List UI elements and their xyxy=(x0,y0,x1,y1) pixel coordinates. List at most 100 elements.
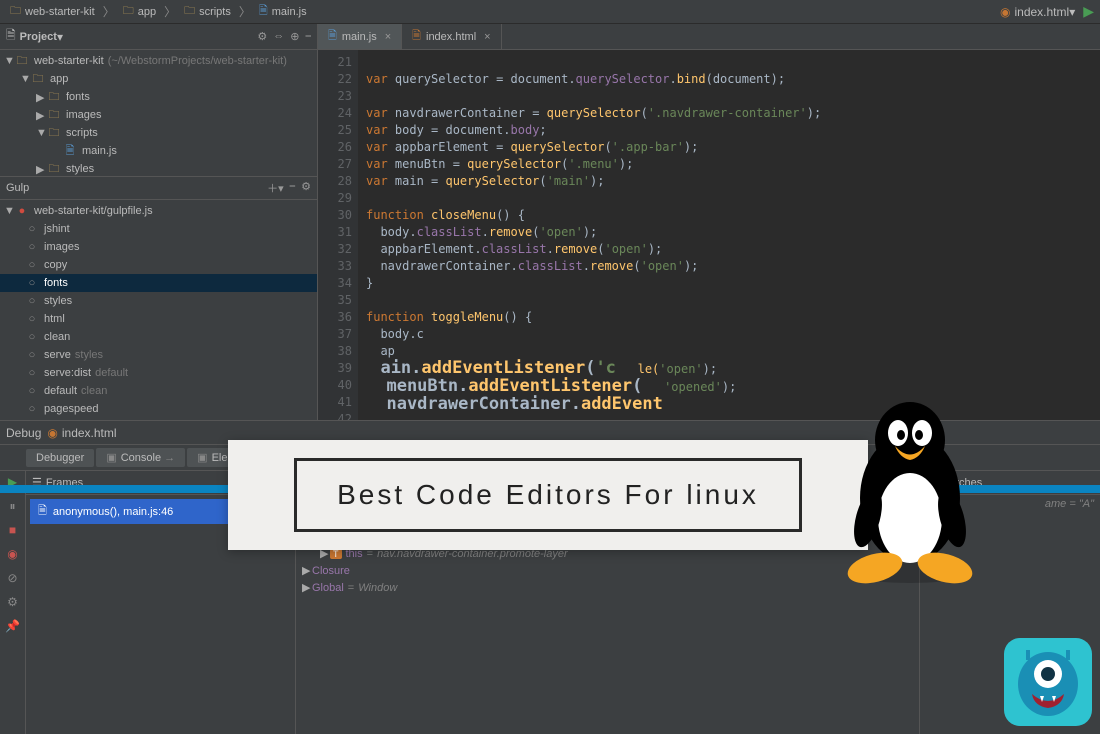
task-name: clean xyxy=(44,331,70,343)
close-icon[interactable]: × xyxy=(385,31,391,43)
expand-icon[interactable]: ▶ xyxy=(302,581,312,594)
gulp-task[interactable]: ○ serve:dist default xyxy=(0,364,317,382)
task-name: default xyxy=(44,385,77,397)
overlay-title: Best Code Editors For linux xyxy=(337,479,759,511)
mute-button[interactable]: ⊘ xyxy=(5,571,21,587)
collapse-icon[interactable]: ⇔ xyxy=(273,30,284,43)
breadcrumb-item[interactable]: 🗀scripts xyxy=(178,0,237,23)
run-button[interactable]: ▶ xyxy=(1083,3,1094,20)
folder-icon: 🗀 xyxy=(46,124,62,143)
item-name: scripts xyxy=(66,127,98,139)
item-name: app xyxy=(50,73,68,85)
settings-icon[interactable]: ⚙ xyxy=(257,30,267,43)
gulp-tree[interactable]: ▼ ● web-starter-kit/gulpfile.js ○jshint○… xyxy=(0,200,317,420)
task-name: serve xyxy=(44,349,71,361)
top-bar: 🗀web-starter-kit〉🗀app〉🗀scripts〉🗎main.js … xyxy=(0,0,1100,24)
expand-icon[interactable]: ▼ xyxy=(36,127,46,139)
tree-item[interactable]: ▼🗀 scripts xyxy=(0,124,317,142)
chevron-right-icon: 〉 xyxy=(101,3,117,20)
gulp-label: Gulp xyxy=(6,182,29,194)
frame-icon: 🗎 xyxy=(38,502,47,521)
gulp-task[interactable]: ○images xyxy=(0,238,317,256)
task-hint: styles xyxy=(75,349,103,361)
tree-item[interactable]: ▶🗀fonts xyxy=(0,88,317,106)
code-content[interactable]: var querySelector = document.querySelect… xyxy=(358,50,1100,420)
gulp-task[interactable]: ○pagespeed xyxy=(0,400,317,418)
breadcrumb-item[interactable]: 🗀web-starter-kit xyxy=(4,0,101,23)
debug-file: index.html xyxy=(62,426,117,440)
add-icon[interactable]: ＋▾ xyxy=(267,180,284,196)
gulp-task[interactable]: ○styles xyxy=(0,292,317,310)
view-breakpoints-button[interactable]: ◉ xyxy=(5,547,21,563)
gulp-task[interactable]: ○ copy xyxy=(0,256,317,274)
var-name: Global xyxy=(312,582,344,594)
gulp-task[interactable]: ○servestyles xyxy=(0,346,317,364)
task-hint: clean xyxy=(81,385,107,397)
tree-item[interactable]: ▼🗀app xyxy=(0,70,317,88)
stop-button[interactable]: ■ xyxy=(5,523,21,539)
run-config[interactable]: ◉ index.html ▾ ▶ xyxy=(1000,3,1100,20)
task-icon: ○ xyxy=(24,277,40,289)
tree-item[interactable]: ▶🗀images xyxy=(0,106,317,124)
gutter: 21 22 23 24 25 26 27 28 29 30 31 32 33 3… xyxy=(318,50,358,420)
mascot-icon xyxy=(1004,638,1092,726)
settings-icon[interactable]: ⚙ xyxy=(301,180,311,196)
tab-name: main.js xyxy=(342,31,377,43)
expand-icon[interactable]: ▶ xyxy=(36,91,46,104)
folder-icon: 🗀 xyxy=(46,88,62,107)
gulp-icon: ● xyxy=(14,205,30,217)
locate-icon[interactable]: ⊕ xyxy=(290,30,299,43)
task-name: html xyxy=(44,313,65,325)
task-name: jshint xyxy=(44,223,70,235)
gulp-task[interactable]: ○fonts xyxy=(0,274,317,292)
breadcrumb-item[interactable]: 🗀app xyxy=(117,0,162,23)
gulp-file[interactable]: ▼ ● web-starter-kit/gulpfile.js xyxy=(0,202,317,220)
watch-value: ame = "A" xyxy=(1045,498,1094,510)
expand-icon[interactable]: ▼ xyxy=(4,55,14,67)
task-icon: ○ xyxy=(24,403,40,415)
pin-icon[interactable]: 📌 xyxy=(5,619,21,635)
hide-icon[interactable]: ⎯ xyxy=(306,30,312,43)
settings-icon[interactable]: ⚙ xyxy=(5,595,21,611)
editor-tabs: 🗎main.js×🗎index.html× xyxy=(318,24,1100,50)
breadcrumb-item[interactable]: 🗎main.js xyxy=(253,0,313,23)
project-tree[interactable]: ▼ 🗀 web-starter-kit (~/WebstormProjects/… xyxy=(0,50,317,176)
breadcrumb: 🗀web-starter-kit〉🗀app〉🗀scripts〉🗎main.js xyxy=(0,0,1000,23)
tree-item[interactable]: 🗎main.js xyxy=(0,142,317,160)
editor-tab[interactable]: 🗎index.html× xyxy=(402,24,501,49)
project-label: Project xyxy=(20,31,57,43)
variable-row[interactable]: ▶Global=Window xyxy=(296,579,919,596)
task-icon: ○ xyxy=(24,367,40,379)
task-icon: ○ xyxy=(24,295,40,307)
close-icon[interactable]: × xyxy=(484,31,490,43)
variable-row[interactable]: ▶Closure xyxy=(296,562,919,579)
expand-icon[interactable]: ▼ xyxy=(4,205,14,217)
chevron-right-icon: 〉 xyxy=(162,3,178,20)
project-root[interactable]: ▼ 🗀 web-starter-kit (~/WebstormProjects/… xyxy=(0,52,317,70)
chevron-down-icon: ▾ xyxy=(1069,5,1075,19)
expand-icon[interactable]: ▶ xyxy=(302,564,312,577)
project-panel-header: 🗎 Project ▾ ⚙ ⇔ ⊕ ⎯ xyxy=(0,24,317,50)
item-name: images xyxy=(66,109,101,121)
gulp-task[interactable]: ○defaultclean xyxy=(0,382,317,400)
debug-tab-debugger[interactable]: Debugger xyxy=(26,449,94,467)
item-name: styles xyxy=(66,163,94,175)
editor-tab[interactable]: 🗎main.js× xyxy=(318,24,402,49)
gulp-task[interactable]: ○jshint xyxy=(0,220,317,238)
expand-icon[interactable]: ▼ xyxy=(20,73,30,85)
gulp-task[interactable]: ○clean xyxy=(0,328,317,346)
tree-item[interactable]: ▶🗀styles xyxy=(0,160,317,176)
task-name: copy xyxy=(44,259,67,271)
task-hint: default xyxy=(95,367,128,379)
chevron-right-icon: 〉 xyxy=(237,3,253,20)
expand-icon[interactable]: ▶ xyxy=(36,163,46,176)
code-area[interactable]: 21 22 23 24 25 26 27 28 29 30 31 32 33 3… xyxy=(318,50,1100,420)
hide-icon[interactable]: ⎯ xyxy=(290,180,296,196)
pause-button[interactable]: ⏸ xyxy=(5,499,21,515)
chevron-down-icon[interactable]: ▾ xyxy=(57,30,63,44)
task-icon: ○ xyxy=(24,259,40,271)
task-name: serve:dist xyxy=(44,367,91,379)
debug-tab-console[interactable]: ▣Console → xyxy=(96,448,185,467)
expand-icon[interactable]: ▶ xyxy=(36,109,46,122)
gulp-task[interactable]: ○html xyxy=(0,310,317,328)
